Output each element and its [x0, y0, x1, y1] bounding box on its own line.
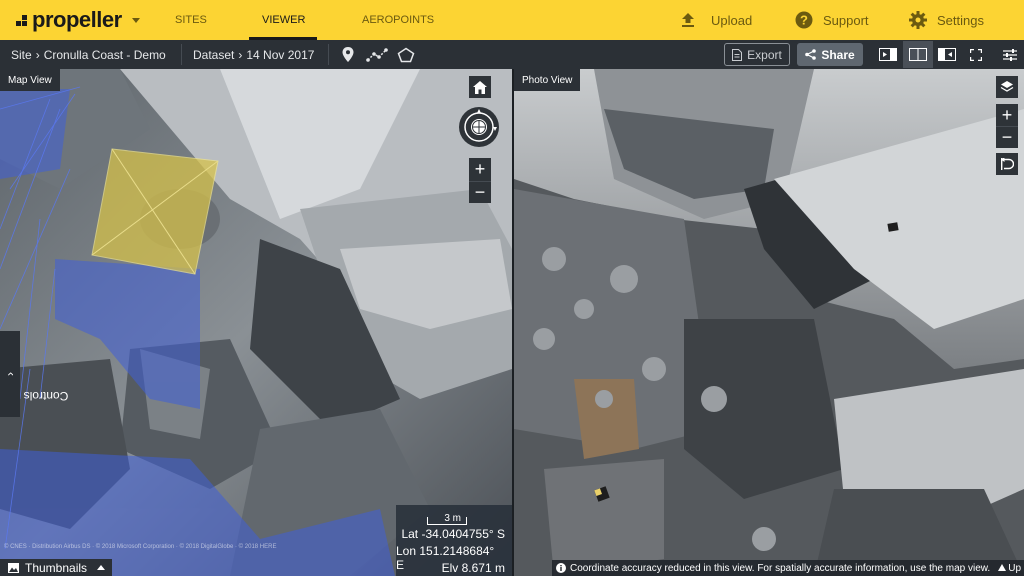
photo-view-pane[interactable]: Photo View + −: [514, 69, 1024, 576]
polygon-icon: [397, 47, 415, 62]
settings-button[interactable]: Settings: [909, 0, 984, 40]
elevation-readout: Elv 8.671 m: [441, 561, 505, 575]
accuracy-notice-text: Coordinate accuracy reduced in this view…: [570, 562, 991, 574]
map-view-pane[interactable]: Map View + − Controls ›: [0, 69, 512, 576]
controls-tab-label: Controls ›: [3, 372, 69, 403]
support-label: Support: [823, 12, 869, 28]
gear-icon: [909, 11, 927, 29]
scale-label: 3 m: [444, 513, 461, 524]
photo-zoom-out-button[interactable]: −: [996, 126, 1018, 148]
support-button[interactable]: ? Support: [795, 0, 869, 40]
logo-mark-icon: [16, 14, 28, 26]
fullscreen-button[interactable]: [961, 41, 991, 68]
layers-button[interactable]: [996, 76, 1018, 98]
upload-button[interactable]: Upload: [681, 0, 752, 40]
latitude-readout: Lat -34.0404755° S: [401, 527, 505, 541]
breadcrumb-site-name: Cronulla Coast - Demo: [43, 47, 166, 62]
map-attribution[interactable]: © CNES · Distribution Airbus DS · © 2018…: [4, 544, 276, 550]
breadcrumb-site[interactable]: Site › Cronulla Coast - Demo: [11, 40, 166, 69]
view-map-only-button[interactable]: [873, 41, 903, 68]
share-button[interactable]: Share: [797, 43, 863, 66]
up-button[interactable]: Up: [998, 563, 1021, 574]
polyline-tool[interactable]: [366, 40, 388, 69]
thumbnails-label: Thumbnails: [25, 560, 88, 575]
sub-toolbar: Site › Cronulla Coast - Demo Dataset › 1…: [0, 40, 1024, 69]
coordinate-readout: 3 m Lat -34.0404755° S Lon 151.2148684° …: [396, 505, 513, 576]
view-split-icon: [909, 48, 927, 61]
pin-icon: [342, 47, 354, 62]
polygon-tool[interactable]: [397, 40, 415, 69]
pin-tool[interactable]: [342, 40, 354, 69]
zoom-in-button[interactable]: +: [469, 158, 491, 181]
export-button[interactable]: Export: [724, 43, 790, 66]
view-settings-button[interactable]: [995, 41, 1024, 68]
breadcrumb-dataset[interactable]: Dataset › 14 Nov 2017: [193, 40, 314, 69]
logo-text: propeller: [32, 7, 122, 32]
map-3d-scene[interactable]: [0, 69, 512, 576]
map-view-label: Map View: [0, 69, 60, 91]
info-icon: [556, 563, 566, 573]
thumbnails-toggle[interactable]: Thumbnails: [0, 559, 112, 576]
view-split-button[interactable]: [903, 41, 933, 68]
export-label: Export: [747, 47, 782, 62]
top-bar: propeller: [0, 0, 1024, 40]
export-doc-icon: [732, 48, 743, 61]
view-map-only-icon: [879, 48, 897, 61]
share-label: Share: [821, 47, 855, 62]
breadcrumb-site-prefix: Site: [11, 47, 32, 62]
divider: [328, 44, 329, 65]
polyline-icon: [366, 47, 388, 62]
home-button[interactable]: [469, 76, 491, 98]
zoom-in-icon: +: [1001, 104, 1013, 125]
nav-active-indicator: [249, 0, 317, 40]
view-photo-only-button[interactable]: [932, 41, 962, 68]
zoom-out-button[interactable]: −: [469, 181, 491, 203]
divider: [181, 44, 182, 65]
caret-down-icon[interactable]: [131, 17, 140, 23]
svg-text:?: ?: [800, 13, 808, 28]
controls-drawer-tab[interactable]: Controls ›: [0, 331, 69, 417]
reset-icon: [1000, 158, 1014, 170]
photo-view-label: Photo View: [514, 69, 581, 91]
nav-sites[interactable]: SITES: [175, 0, 207, 40]
zoom-out-icon: −: [474, 182, 486, 202]
propeller-logo[interactable]: propeller: [16, 0, 140, 40]
caret-up-icon: [97, 565, 106, 570]
settings-label: Settings: [937, 12, 984, 28]
reset-view-button[interactable]: [996, 153, 1018, 175]
sliders-icon: [1003, 48, 1017, 61]
help-icon: ?: [795, 11, 813, 29]
photo-zoom-in-button[interactable]: +: [996, 104, 1018, 126]
layers-icon: [1000, 81, 1014, 92]
upload-icon: [682, 13, 694, 27]
view-photo-only-icon: [938, 48, 956, 61]
zoom-out-icon: −: [1001, 127, 1013, 147]
compass-icon: [464, 109, 497, 142]
home-icon: [473, 80, 487, 94]
up-label: Up: [1008, 562, 1022, 574]
share-icon: [805, 49, 817, 60]
fullscreen-icon: [970, 48, 982, 61]
arrow-up-icon: [998, 564, 1007, 571]
nav-aeropoints[interactable]: AEROPOINTS: [362, 0, 434, 40]
photo-image[interactable]: [514, 69, 1024, 576]
breadcrumb-dataset-date: 14 Nov 2017: [246, 47, 315, 62]
image-icon: [8, 562, 19, 573]
zoom-in-icon: +: [474, 159, 486, 179]
compass-control[interactable]: [459, 107, 499, 147]
accuracy-notice-banner: Coordinate accuracy reduced in this view…: [552, 560, 1024, 576]
upload-label: Upload: [711, 12, 753, 28]
breadcrumb-dataset-prefix: Dataset: [193, 47, 235, 62]
